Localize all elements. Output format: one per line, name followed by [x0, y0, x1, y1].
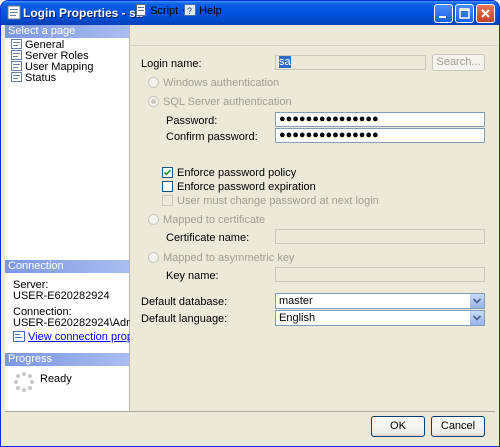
- page-item-status[interactable]: Status: [11, 72, 56, 84]
- enforce-policy-checkbox[interactable]: [162, 167, 173, 178]
- footer-divider: [5, 411, 495, 412]
- help-icon: ?: [184, 4, 196, 16]
- default-db-value: master: [279, 295, 313, 307]
- page-item-label: Status: [25, 72, 57, 84]
- help-label: Help: [199, 5, 222, 17]
- mapped-asym-radio[interactable]: [148, 252, 159, 263]
- select-page-header: Select a page: [5, 25, 129, 38]
- enforce-expiration-label: Enforce password expiration: [177, 181, 316, 193]
- chevron-down-icon: [472, 315, 482, 321]
- page-icon: [11, 61, 22, 71]
- password-label: Password:: [166, 115, 218, 127]
- close-button[interactable]: [476, 4, 495, 23]
- login-name-value: sa: [279, 56, 291, 68]
- search-button[interactable]: Search...: [432, 54, 485, 71]
- close-icon: [481, 9, 490, 18]
- script-label: Script: [150, 5, 179, 17]
- default-lang-value: English: [279, 312, 316, 324]
- title-bar[interactable]: Login Properties - sa: [1, 1, 499, 25]
- cert-name-label: Certificate name:: [166, 232, 250, 244]
- maximize-button[interactable]: [455, 4, 474, 23]
- default-lang-select[interactable]: English: [275, 310, 485, 326]
- progress-header: Progress: [5, 353, 129, 366]
- left-pane: Select a page General Server Roles User …: [5, 25, 177, 411]
- svg-text:?: ?: [187, 6, 192, 16]
- script-button[interactable]: Script ▼: [135, 4, 189, 18]
- key-name-field[interactable]: [275, 267, 485, 282]
- confirm-password-field[interactable]: ●●●●●●●●●●●●●●●: [275, 128, 485, 143]
- default-db-select[interactable]: master: [275, 293, 485, 309]
- help-button[interactable]: ? Help: [184, 4, 222, 18]
- minimize-button[interactable]: [434, 4, 453, 23]
- windows-auth-radio[interactable]: [148, 77, 159, 88]
- confirm-password-label: Confirm password:: [166, 131, 258, 143]
- progress-spinner-icon: [14, 372, 34, 392]
- page-icon: [11, 50, 22, 60]
- maximize-icon: [459, 8, 470, 19]
- ok-button[interactable]: OK: [371, 416, 425, 437]
- dropdown-button[interactable]: [469, 294, 484, 308]
- login-name-field[interactable]: sa: [275, 55, 426, 70]
- dropdown-button[interactable]: [469, 311, 484, 325]
- enforce-expiration-checkbox[interactable]: [162, 181, 173, 192]
- window-title: Login Properties - sa: [23, 6, 143, 20]
- login-name-label: Login name:: [141, 58, 202, 70]
- cancel-button[interactable]: Cancel: [431, 416, 485, 437]
- minimize-icon: [439, 16, 446, 18]
- window-icon: [7, 5, 21, 20]
- mapped-cert-radio[interactable]: [148, 214, 159, 225]
- chevron-down-icon: [472, 298, 482, 304]
- connection-header: Connection: [5, 260, 129, 273]
- enforce-policy-label: Enforce password policy: [177, 167, 297, 179]
- toolbar-divider: [130, 45, 498, 46]
- checkmark-icon: [163, 169, 172, 176]
- key-name-label: Key name:: [166, 270, 219, 282]
- must-change-checkbox[interactable]: [162, 195, 173, 206]
- page-icon: [11, 72, 22, 82]
- mapped-asym-label: Mapped to asymmetric key: [163, 252, 295, 264]
- page-icon: [11, 39, 22, 49]
- default-lang-label: Default language:: [141, 313, 228, 325]
- login-properties-window: Login Properties - sa Select a page Gene…: [0, 0, 500, 447]
- script-icon: [136, 4, 146, 16]
- server-value: USER-E620282924: [13, 290, 110, 302]
- password-field[interactable]: ●●●●●●●●●●●●●●●: [275, 112, 485, 127]
- sql-auth-label: SQL Server authentication: [163, 96, 292, 108]
- properties-icon: [13, 331, 25, 342]
- progress-status: Ready: [40, 373, 72, 385]
- sql-auth-radio[interactable]: [148, 96, 159, 107]
- mapped-cert-label: Mapped to certificate: [163, 214, 266, 226]
- cert-name-field[interactable]: [275, 229, 485, 244]
- windows-auth-label: Windows authentication: [163, 77, 280, 89]
- default-db-label: Default database:: [141, 296, 228, 308]
- must-change-label: User must change password at next login: [177, 195, 379, 207]
